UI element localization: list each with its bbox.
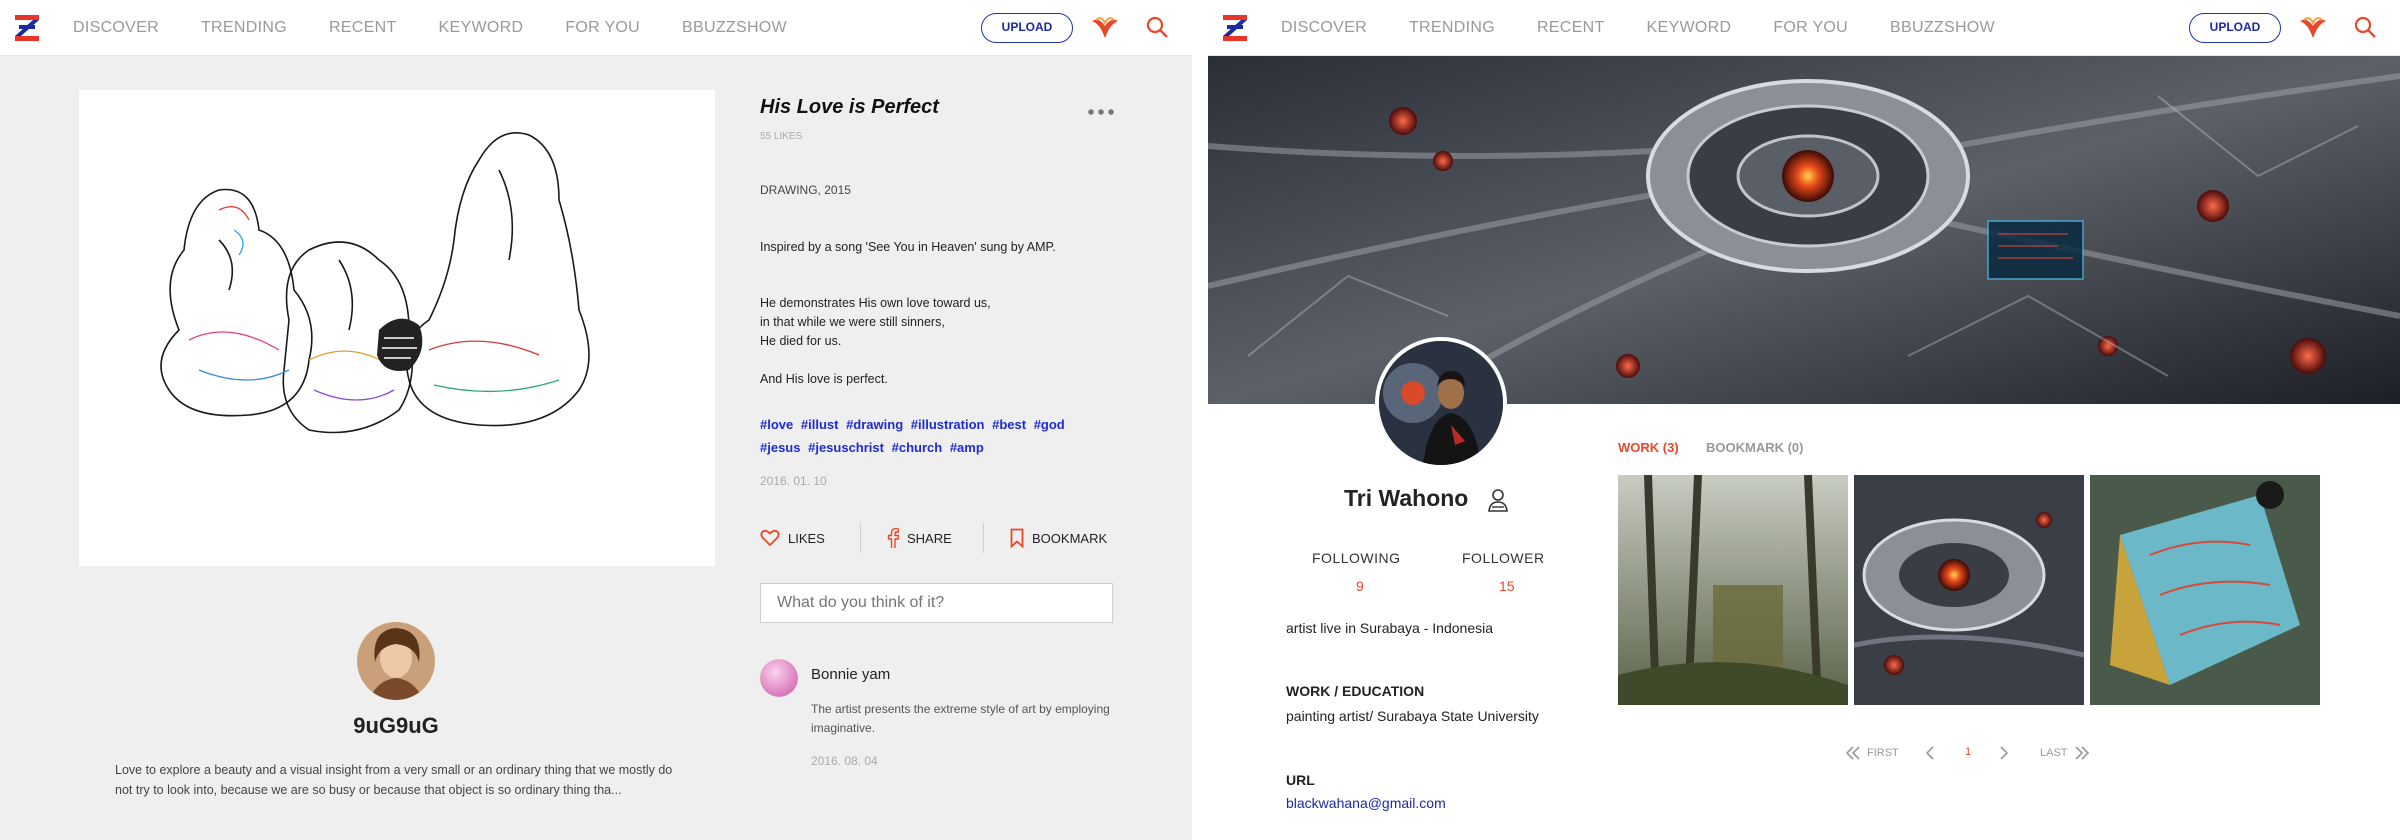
chevron-left-icon[interactable] <box>1925 746 1935 760</box>
profile-avatar[interactable] <box>1375 337 1507 469</box>
search-icon[interactable] <box>1145 15 1169 39</box>
work-thumbnail[interactable] <box>1618 475 1848 705</box>
work-education-label: WORK / EDUCATION <box>1286 683 1425 699</box>
main-nav: DISCOVER TRENDING RECENT KEYWORD FOR YOU… <box>1281 0 2037 56</box>
nav-trending[interactable]: TRENDING <box>201 19 287 37</box>
nav-for-you[interactable]: FOR YOU <box>565 19 640 37</box>
bookmark-icon <box>1010 528 1024 548</box>
phoenix-icon[interactable] <box>1089 11 1121 43</box>
artwork-date: 2016. 01. 10 <box>760 474 827 488</box>
description-line: And His love is perfect. <box>760 372 888 386</box>
tag-link[interactable]: #jesus <box>760 440 800 455</box>
pagination-first[interactable]: FIRST <box>1845 746 1899 760</box>
tab-work[interactable]: WORK (3) <box>1618 440 1679 455</box>
nav-trending[interactable]: TRENDING <box>1409 19 1495 37</box>
tab-bookmark[interactable]: BOOKMARK (0) <box>1706 440 1804 455</box>
nav-keyword[interactable]: KEYWORD <box>439 19 524 37</box>
profile-about: artist live in Surabaya - Indonesia <box>1286 620 1493 636</box>
z-logo-icon[interactable] <box>13 13 41 43</box>
upload-button[interactable]: UPLOAD <box>2189 13 2281 43</box>
artwork-drawing <box>160 131 590 434</box>
share-label: SHARE <box>907 530 952 546</box>
profile-name: Tri Wahono <box>1344 485 1469 511</box>
artist-username[interactable]: 9uG9uG <box>296 713 496 739</box>
work-thumbnail[interactable] <box>2090 475 2320 705</box>
follower-count[interactable]: 15 <box>1499 578 1515 594</box>
panel-divider <box>1192 0 1208 840</box>
phoenix-icon[interactable] <box>2297 11 2329 43</box>
z-logo-icon[interactable] <box>1221 13 1249 43</box>
nav-for-you[interactable]: FOR YOU <box>1773 19 1848 37</box>
person-icon[interactable] <box>1487 487 1509 513</box>
artwork-detail-screen: DISCOVER TRENDING RECENT KEYWORD FOR YOU… <box>0 0 1192 840</box>
nav-bbuzzshow[interactable]: BBUZZSHOW <box>1890 19 1995 37</box>
commenter-avatar[interactable] <box>760 659 798 697</box>
artist-avatar[interactable] <box>357 622 435 700</box>
action-bar: LIKES SHARE BOOKMARK <box>760 520 1113 556</box>
artwork-title: His Love is Perfect <box>760 96 939 118</box>
work-thumbnail[interactable] <box>1854 475 2084 705</box>
pagination-first-label: FIRST <box>1867 747 1899 759</box>
double-chevron-right-icon <box>2074 746 2089 760</box>
nav-discover[interactable]: DISCOVER <box>1281 19 1367 37</box>
comment-input[interactable] <box>760 583 1113 623</box>
tag-link[interactable]: #god <box>1034 417 1065 432</box>
chevron-right-icon[interactable] <box>1999 746 2009 760</box>
facebook-icon <box>887 528 899 548</box>
top-navigation-bar: DISCOVER TRENDING RECENT KEYWORD FOR YOU… <box>1208 0 2400 56</box>
likes-label: LIKES <box>788 530 825 546</box>
heart-icon <box>760 529 780 547</box>
description-line: Inspired by a song 'See You in Heaven' s… <box>760 240 1056 254</box>
artist-profile-screen: DISCOVER TRENDING RECENT KEYWORD FOR YOU… <box>1208 0 2400 840</box>
following-count[interactable]: 9 <box>1356 578 1364 594</box>
tag-link[interactable]: #best <box>992 417 1026 432</box>
tag-link[interactable]: #illustration <box>911 417 985 432</box>
likes-button[interactable]: LIKES <box>760 529 860 547</box>
cover-banner <box>1208 56 2400 404</box>
comment-date: 2016. 08. 04 <box>811 754 878 768</box>
nav-keyword[interactable]: KEYWORD <box>1647 19 1732 37</box>
follower-label[interactable]: FOLLOWER <box>1462 550 1545 566</box>
tag-link[interactable]: #love <box>760 417 793 432</box>
tag-link[interactable]: #amp <box>950 440 984 455</box>
bookmark-button[interactable]: BOOKMARK <box>984 528 1107 548</box>
tag-link[interactable]: #church <box>892 440 943 455</box>
tag-list: #love #illust #drawing #illustration #be… <box>760 413 1090 459</box>
commenter-name[interactable]: Bonnie yam <box>811 666 890 683</box>
description-line: He died for us. <box>760 334 842 348</box>
upload-button[interactable]: UPLOAD <box>981 13 1073 43</box>
url-link[interactable]: blackwahana@gmail.com <box>1286 795 1446 811</box>
pagination-last-label: LAST <box>2040 747 2068 759</box>
nav-recent[interactable]: RECENT <box>1537 19 1605 37</box>
nav-recent[interactable]: RECENT <box>329 19 397 37</box>
artist-bio: Love to explore a beauty and a visual in… <box>115 763 673 797</box>
bookmark-label: BOOKMARK <box>1032 530 1108 546</box>
share-button[interactable]: SHARE <box>861 528 983 548</box>
url-label: URL <box>1286 772 1315 788</box>
description-line: in that while we were still sinners, <box>760 315 945 329</box>
tag-link[interactable]: #jesuschrist <box>808 440 884 455</box>
artwork-meta: DRAWING, 2015 <box>760 183 851 197</box>
nav-discover[interactable]: DISCOVER <box>73 19 159 37</box>
comment-text: The artist presents the extreme style of… <box>811 702 1110 735</box>
main-nav: DISCOVER TRENDING RECENT KEYWORD FOR YOU… <box>73 0 829 56</box>
description-line: He demonstrates His own love toward us, <box>760 296 991 310</box>
following-label[interactable]: FOLLOWING <box>1312 550 1401 566</box>
double-chevron-left-icon <box>1845 746 1860 760</box>
likes-count: 55 LIKES <box>760 131 803 142</box>
artwork-image[interactable] <box>79 90 715 566</box>
work-education-value: painting artist/ Surabaya State Universi… <box>1286 708 1539 724</box>
pagination-current-page[interactable]: 1 <box>1965 746 1971 758</box>
tag-link[interactable]: #illust <box>801 417 839 432</box>
tag-link[interactable]: #drawing <box>846 417 903 432</box>
nav-bbuzzshow[interactable]: BBUZZSHOW <box>682 19 787 37</box>
search-icon[interactable] <box>2353 15 2377 39</box>
pagination-last[interactable]: LAST <box>2040 746 2090 760</box>
top-navigation-bar: DISCOVER TRENDING RECENT KEYWORD FOR YOU… <box>0 0 1192 56</box>
more-dots-icon[interactable] <box>1087 107 1115 117</box>
